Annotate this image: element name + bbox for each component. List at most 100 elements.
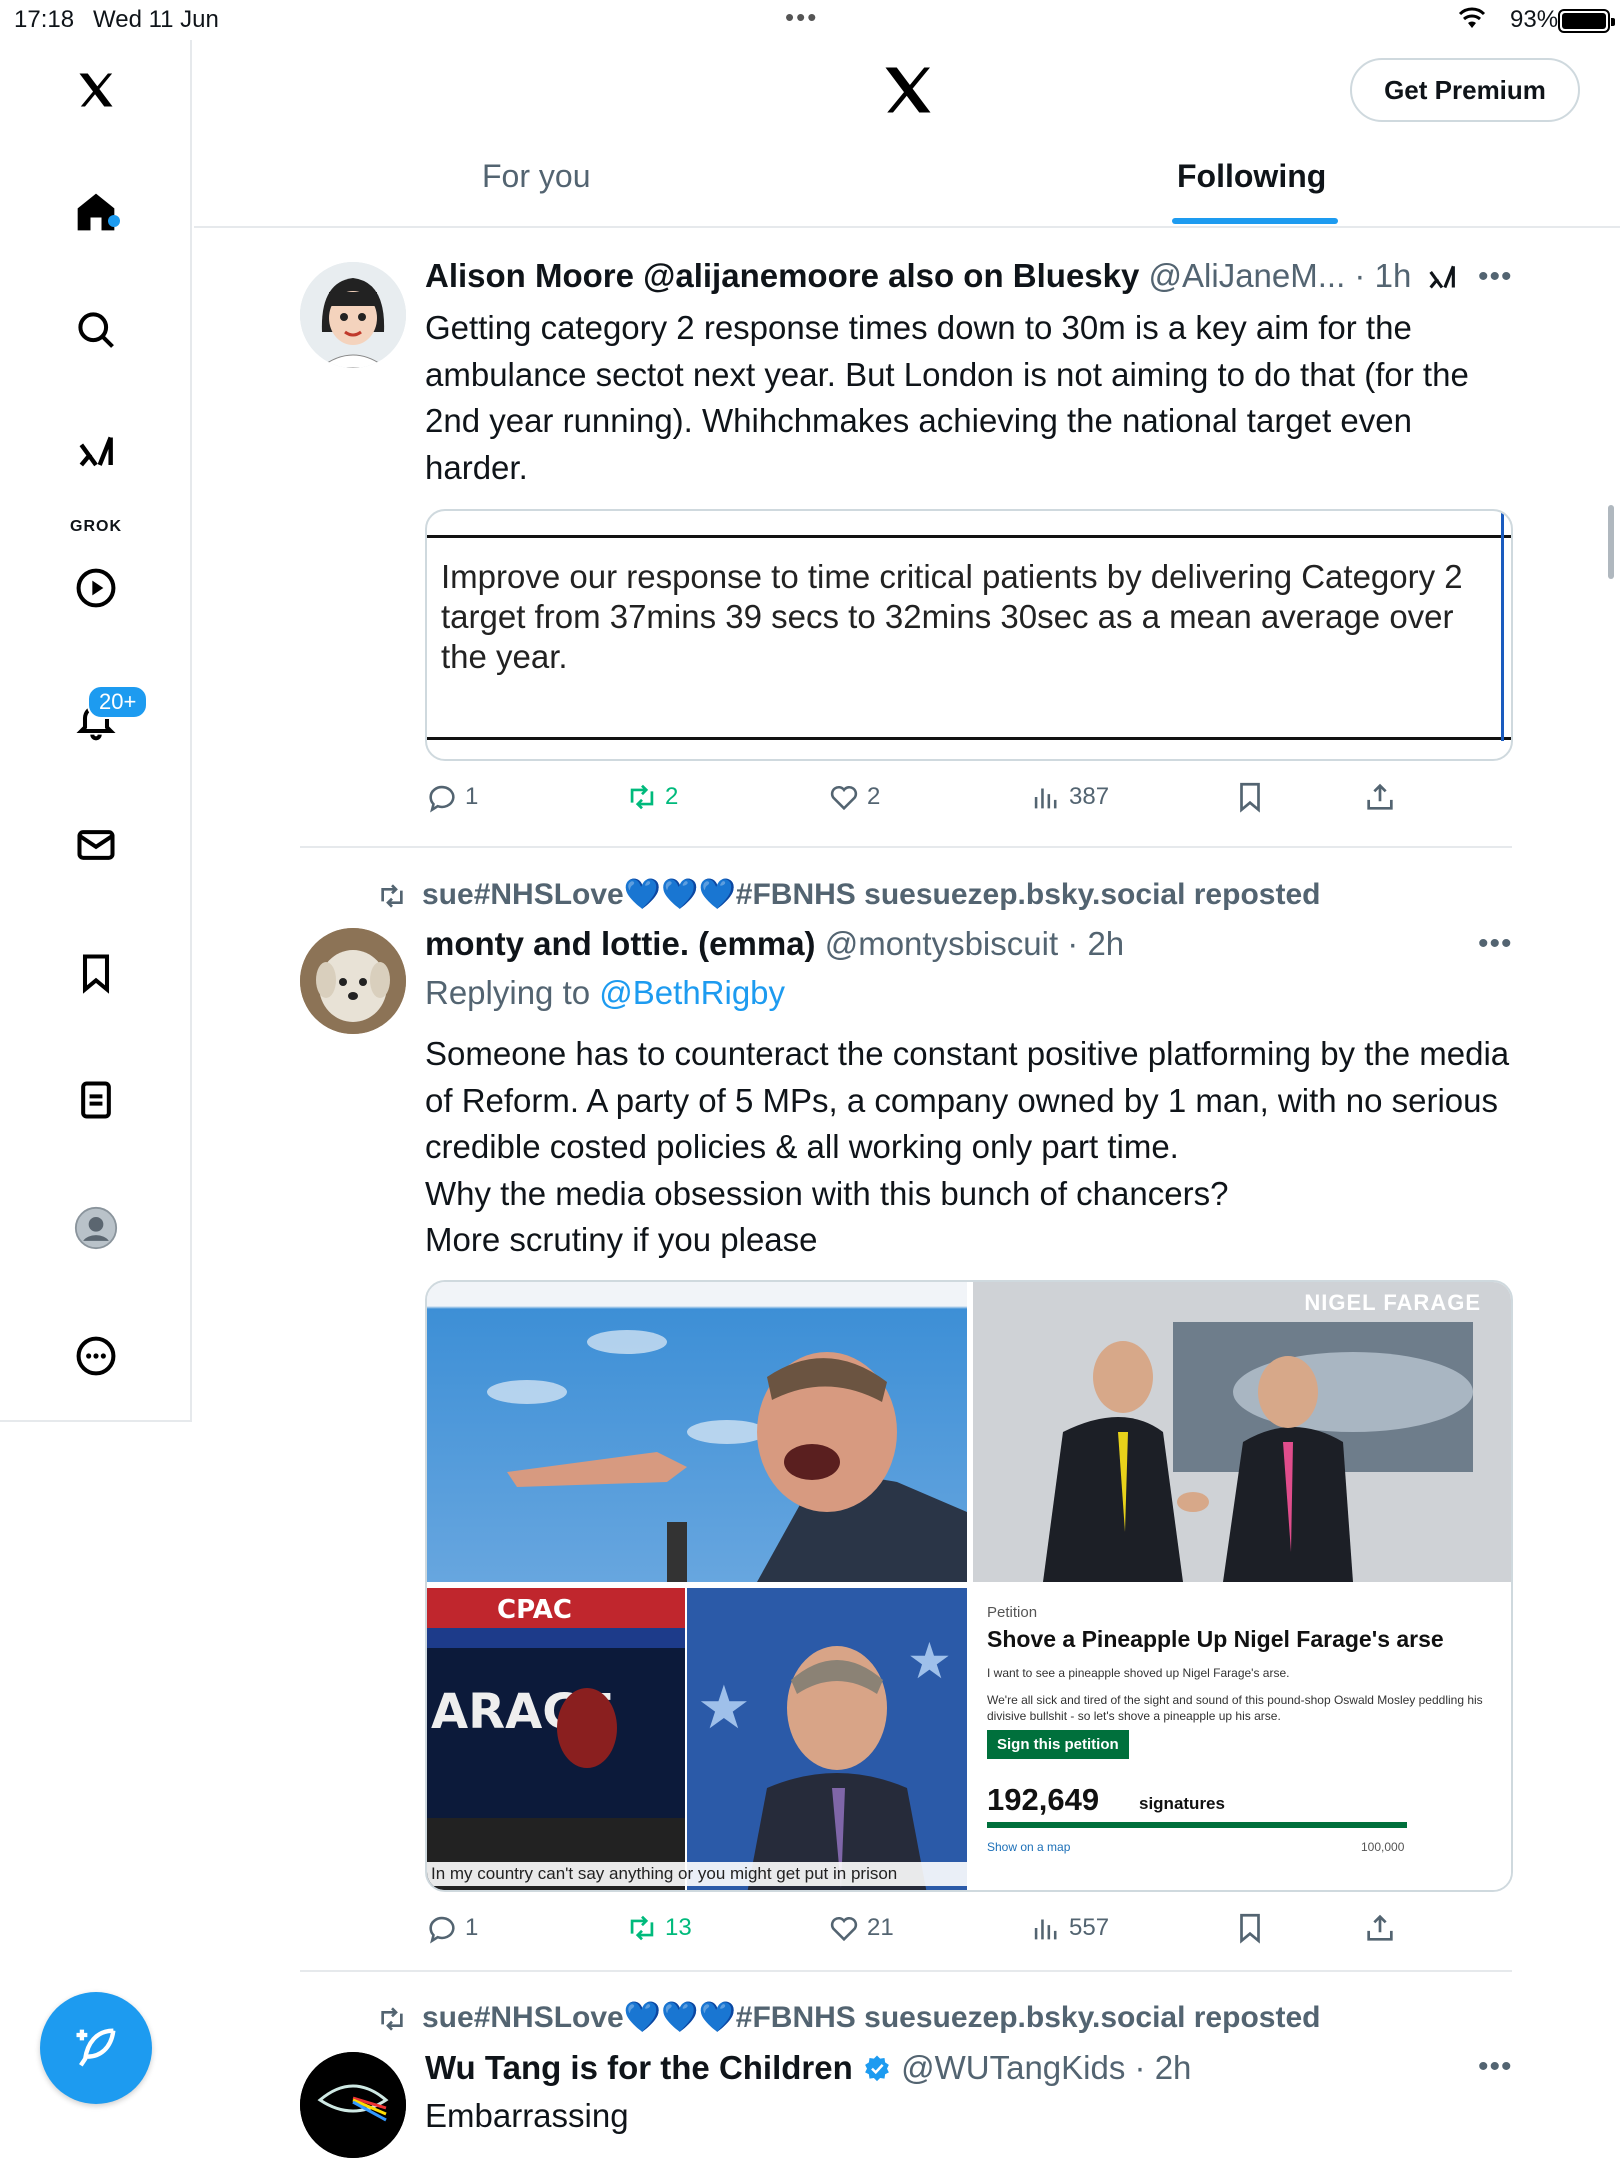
petition-goal: 100,000 xyxy=(1361,1840,1405,1854)
profile-avatar-icon[interactable] xyxy=(66,1198,126,1258)
tweet-header: Alison Moore @alijanemoore also on Blues… xyxy=(425,257,1411,295)
more-options-icon[interactable] xyxy=(66,1326,126,1386)
avatar[interactable] xyxy=(300,262,406,368)
grok-icon[interactable] xyxy=(1425,262,1459,296)
svg-text:CPAC: CPAC xyxy=(497,1595,572,1625)
tweet-time[interactable]: 2h xyxy=(1087,925,1124,962)
tweet-text-line: More scrutiny if you please xyxy=(425,1221,818,1258)
more-options-icon[interactable]: ••• xyxy=(1478,2050,1513,2084)
status-date: Wed 11 Jun xyxy=(93,6,219,33)
notifications-badge: 20+ xyxy=(87,685,149,719)
repost-small-icon xyxy=(381,2007,403,2031)
repost-banner-text: sue#NHSLove💙💙💙#FBNHS suesuezep.bsky.soci… xyxy=(422,2001,1321,2034)
sidebar-divider xyxy=(0,1420,192,1422)
avatar[interactable] xyxy=(300,2052,406,2158)
verified-badge-icon xyxy=(865,2055,889,2082)
status-time: 17:18 xyxy=(14,6,75,33)
compose-post-button[interactable] xyxy=(40,1992,152,2104)
multitask-dots-icon[interactable]: ••• xyxy=(785,2,818,33)
lists-icon[interactable] xyxy=(66,1070,126,1130)
search-icon[interactable] xyxy=(66,300,126,360)
grok-label: GROK xyxy=(70,518,122,535)
views-button[interactable]: 557 xyxy=(1029,1911,1109,1945)
share-button[interactable] xyxy=(1363,1911,1397,1945)
photo-illustration xyxy=(1043,1322,1473,1582)
photo-farage-cpac[interactable]: ★ ★ xyxy=(687,1588,967,1890)
grok-icon[interactable] xyxy=(66,424,126,484)
bookmarks-icon[interactable] xyxy=(66,943,126,1003)
bookmark-button[interactable] xyxy=(1233,1911,1267,1945)
like-button[interactable]: 21 xyxy=(827,1911,894,1945)
scrollbar-thumb[interactable] xyxy=(1608,505,1614,579)
separator-dot: · xyxy=(1125,2049,1155,2086)
avatar[interactable] xyxy=(300,928,406,1034)
doc-rule xyxy=(427,535,1511,538)
photo-farage-handshake[interactable]: NIGEL FARAGE xyxy=(973,1282,1511,1582)
petition-screenshot[interactable]: Petition Shove a Pineapple Up Nigel Fara… xyxy=(973,1588,1511,1890)
author-handle[interactable]: @montysbiscuit xyxy=(825,925,1058,962)
replying-to-handle[interactable]: @BethRigby xyxy=(599,974,785,1011)
image-attachment[interactable]: Improve our response to time critical pa… xyxy=(425,509,1513,761)
video-play-icon[interactable] xyxy=(66,558,126,618)
bookmark-button[interactable] xyxy=(1233,780,1267,814)
bookmark-icon xyxy=(1240,1913,1260,1944)
reply-button[interactable]: 1 xyxy=(425,1911,478,1945)
x-logo-icon[interactable] xyxy=(66,60,126,120)
doc-rule xyxy=(427,737,1511,740)
share-upload-icon xyxy=(1367,783,1393,810)
photo-illustration: ★ ★ xyxy=(697,1632,952,1890)
sidebar-nav: GROK 20+ xyxy=(0,40,192,1422)
reply-button[interactable]: 1 xyxy=(425,780,478,814)
like-button[interactable]: 2 xyxy=(827,780,880,814)
tweet-time[interactable]: 1h xyxy=(1375,257,1412,294)
signatures-label: signatures xyxy=(1139,1794,1225,1813)
like-count: 2 xyxy=(867,783,881,810)
tab-following[interactable]: Following xyxy=(1177,158,1326,195)
tweet-text-line: Someone has to counteract the constant p… xyxy=(425,1035,1510,1165)
get-premium-button[interactable]: Get Premium xyxy=(1350,58,1580,122)
reply-count: 1 xyxy=(465,1914,479,1941)
author-handle[interactable]: @AliJaneM... xyxy=(1149,257,1346,294)
home-icon[interactable] xyxy=(66,182,126,242)
signature-count: 192,649 xyxy=(987,1782,1100,1817)
author-handle[interactable]: @WUTangKids xyxy=(901,2049,1125,2086)
repost-button[interactable]: 2 xyxy=(625,780,678,814)
petition-line2: We're all sick and tired of the sight an… xyxy=(987,1693,1483,1723)
heart-icon xyxy=(830,785,858,811)
replying-to-label: Replying to xyxy=(425,974,591,1011)
more-options-icon[interactable]: ••• xyxy=(1478,927,1513,961)
author-name[interactable]: monty and lottie. (emma) xyxy=(425,925,816,962)
nigel-farage-label: NIGEL FARAGE xyxy=(1304,1290,1481,1315)
author-name[interactable]: Alison Moore @alijanemoore also on Blues… xyxy=(425,257,1139,294)
show-on-map-link: Show on a map xyxy=(987,1840,1071,1854)
media-collage[interactable]: NIGEL FARAGE CPAC ARAGE ★ ★ In my countr… xyxy=(425,1280,1513,1892)
photo-farage-pointing[interactable] xyxy=(427,1282,967,1582)
share-button[interactable] xyxy=(1363,780,1397,814)
photo-illustration xyxy=(487,1330,967,1582)
tab-for-you[interactable]: For you xyxy=(482,158,590,195)
sign-petition-button: Sign this petition xyxy=(987,1730,1129,1759)
repost-small-icon xyxy=(381,884,403,908)
svg-text:★: ★ xyxy=(697,1673,751,1743)
wifi-icon xyxy=(1458,7,1486,28)
photo-cpac-stage[interactable]: CPAC ARAGE xyxy=(427,1588,685,1890)
petition-tag: Petition xyxy=(987,1604,1038,1621)
reply-icon xyxy=(429,785,455,813)
views-button[interactable]: 387 xyxy=(1029,780,1109,814)
tweet-header: Wu Tang is for the Children @WUTangKids … xyxy=(425,2049,1191,2087)
doc-cursor-bar xyxy=(1501,511,1504,741)
bookmark-icon xyxy=(1240,782,1260,813)
repost-banner[interactable]: sue#NHSLove💙💙💙#FBNHS suesuezep.bsky.soci… xyxy=(376,2000,1320,2035)
tweet-actions: 1 13 21 557 xyxy=(425,1911,1525,1955)
x-header-logo-icon[interactable] xyxy=(878,60,938,120)
heart-icon xyxy=(830,1916,858,1942)
more-options-icon[interactable]: ••• xyxy=(1478,260,1513,294)
status-bar: 17:18 Wed 11 Jun ••• 93% xyxy=(0,0,1620,40)
views-bars-icon xyxy=(1034,788,1057,809)
messages-envelope-icon[interactable] xyxy=(66,815,126,875)
compose-feather-icon xyxy=(76,2028,116,2067)
author-name[interactable]: Wu Tang is for the Children xyxy=(425,2049,853,2086)
repost-button[interactable]: 13 xyxy=(625,1911,692,1945)
tweet-time[interactable]: 2h xyxy=(1155,2049,1192,2086)
repost-banner[interactable]: sue#NHSLove💙💙💙#FBNHS suesuezep.bsky.soci… xyxy=(376,877,1320,912)
